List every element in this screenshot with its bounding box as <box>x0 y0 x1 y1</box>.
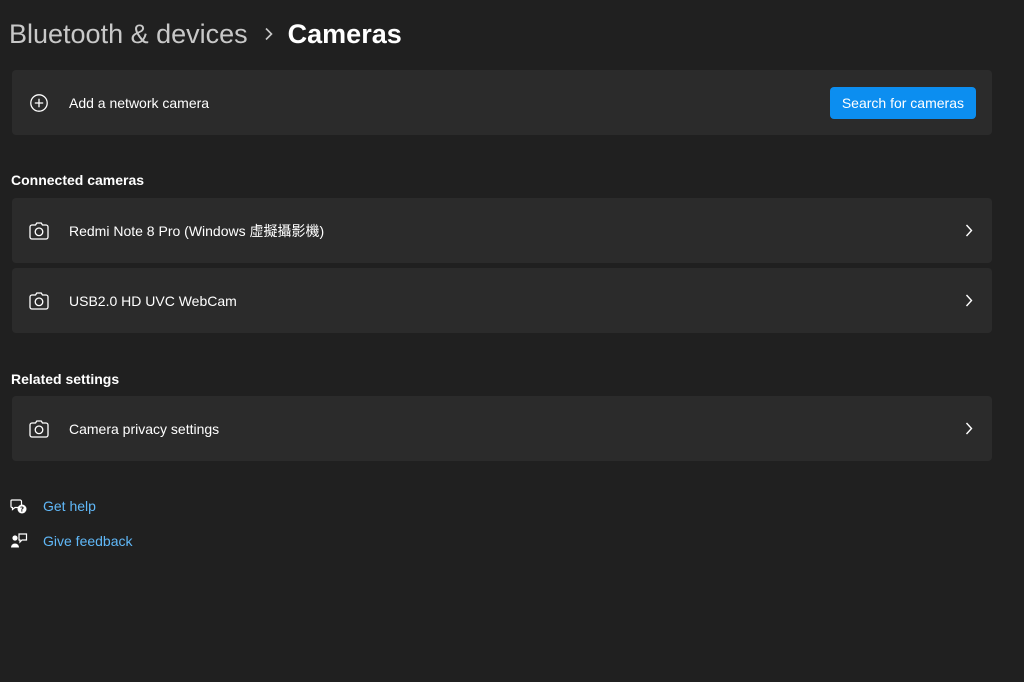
camera-icon <box>29 419 49 439</box>
related-settings-heading: Related settings <box>11 371 120 387</box>
camera-privacy-settings-item[interactable]: Camera privacy settings <box>12 396 992 461</box>
chevron-right-icon <box>963 224 975 238</box>
feedback-icon <box>10 532 28 550</box>
give-feedback-link[interactable]: Give feedback <box>43 533 133 549</box>
camera-item-usb-webcam[interactable]: USB2.0 HD UVC WebCam <box>12 268 992 333</box>
breadcrumb-parent-link[interactable]: Bluetooth & devices <box>9 19 248 50</box>
svg-text:?: ? <box>20 506 24 514</box>
camera-privacy-settings-label: Camera privacy settings <box>69 420 220 437</box>
add-circle-icon <box>29 93 49 113</box>
camera-item-redmi[interactable]: Redmi Note 8 Pro (Windows 虛擬攝影機) <box>12 198 992 263</box>
get-help-row: ? Get help <box>10 496 96 516</box>
page-title: Cameras <box>287 18 402 49</box>
chevron-right-icon <box>963 422 975 436</box>
give-feedback-row: Give feedback <box>10 531 133 551</box>
camera-icon <box>29 221 49 241</box>
settings-page: Bluetooth & devices Cameras Add a networ… <box>0 0 1024 682</box>
connected-cameras-heading: Connected cameras <box>11 172 145 188</box>
get-help-link[interactable]: Get help <box>43 498 96 514</box>
add-network-camera-card: Add a network camera Search for cameras <box>12 70 992 135</box>
camera-item-label: Redmi Note 8 Pro (Windows 虛擬攝影機) <box>69 222 325 239</box>
chevron-right-icon <box>264 27 274 41</box>
camera-item-label: USB2.0 HD UVC WebCam <box>69 292 237 309</box>
help-chat-icon: ? <box>10 497 28 515</box>
chevron-right-icon <box>963 294 975 308</box>
search-for-cameras-button[interactable]: Search for cameras <box>829 86 976 119</box>
add-network-camera-label: Add a network camera <box>69 94 210 111</box>
breadcrumb: Bluetooth & devices Cameras <box>9 14 402 54</box>
camera-icon <box>29 291 49 311</box>
